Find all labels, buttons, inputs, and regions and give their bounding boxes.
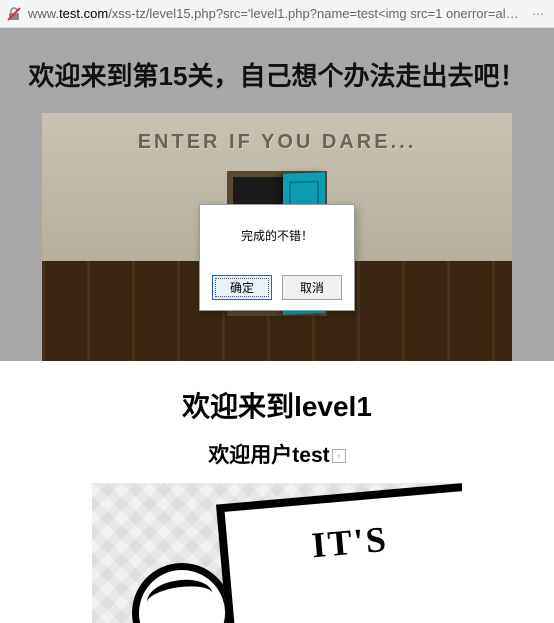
alert-message: 完成的不错！: [200, 205, 354, 267]
sign-board: IT'S: [216, 483, 462, 623]
alert-dialog: 完成的不错！ 确定 取消: [199, 204, 355, 311]
page-options-icon[interactable]: ⋯: [528, 7, 548, 21]
page-content: 欢迎来到第15关，自己想个办法走出去吧！ ENTER IF YOU DARE..…: [0, 28, 554, 623]
user-greeting: 欢迎用户test▫: [0, 435, 554, 483]
url-field[interactable]: www.test.com/xss-tz/level15.php?src='lev…: [28, 6, 522, 21]
ok-button[interactable]: 确定: [212, 275, 272, 300]
not-secure-icon[interactable]: [6, 6, 22, 22]
greeting-text: 欢迎用户test: [208, 444, 329, 467]
level1-heading: 欢迎来到level1: [0, 361, 554, 435]
broken-image-icon: ▫: [332, 449, 346, 463]
page-title: 欢迎来到第15关，自己想个办法走出去吧！: [0, 28, 554, 113]
alert-button-row: 确定 取消: [200, 267, 354, 310]
dimmed-overlay-region: 欢迎来到第15关，自己想个办法走出去吧！ ENTER IF YOU DARE..…: [0, 28, 554, 361]
url-path: /xss-tz/level15.php?src='level1.php?name…: [108, 6, 522, 21]
sign-text: IT'S: [226, 511, 462, 574]
address-bar: www.test.com/xss-tz/level15.php?src='lev…: [0, 0, 554, 28]
banner-text: ENTER IF YOU DARE...: [42, 131, 512, 154]
url-prefix: www.: [28, 6, 59, 21]
success-graphic: IT'S: [92, 483, 462, 623]
url-domain: test.com: [59, 6, 108, 21]
cancel-button[interactable]: 取消: [282, 275, 342, 300]
